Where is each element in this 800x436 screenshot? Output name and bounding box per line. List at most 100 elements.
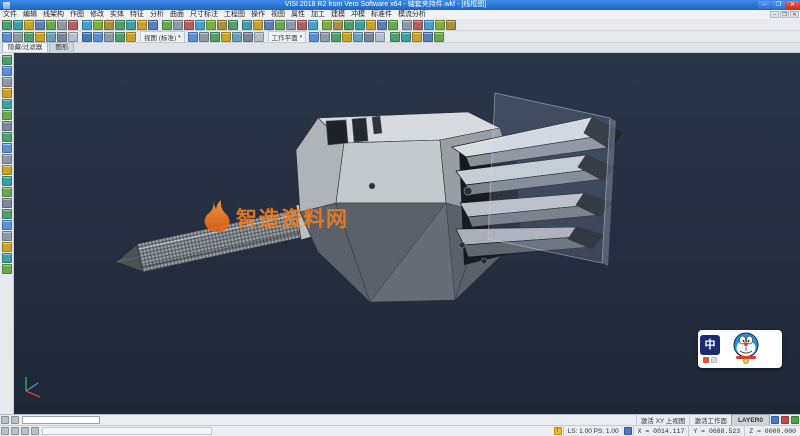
toolbar-icon[interactable] [322,20,332,30]
toolbar-icon[interactable] [2,242,12,252]
ime-option-icon[interactable] [711,357,717,363]
toolbar-icon[interactable] [2,66,12,76]
toolbar-icon[interactable] [68,20,78,30]
toolbar-icon[interactable] [424,20,434,30]
toolbar-icon[interactable] [2,20,12,30]
toolbar-icon[interactable] [388,20,398,30]
snap-endpoint-icon[interactable] [11,427,19,435]
menu-item-11[interactable]: 操作 [248,10,268,19]
doc-close-button[interactable]: ✕ [790,11,799,18]
toolbar-icon[interactable] [104,20,114,30]
toolbar-icon[interactable] [413,20,423,30]
layer-manager-icon[interactable] [771,416,779,424]
toolbar-icon[interactable] [446,20,456,30]
toolbar-icon[interactable] [2,165,12,175]
toolbar-icon[interactable] [137,20,147,30]
toolbar-icon[interactable] [68,32,78,42]
toolbar-icon[interactable] [286,20,296,30]
panel-tab-0[interactable]: 隐藏/过滤器 [2,42,48,52]
toolbar-icon[interactable] [126,20,136,30]
toolbar-icon[interactable] [228,20,238,30]
menu-item-10[interactable]: 工程图 [221,10,248,19]
toolbar-icon[interactable] [264,20,274,30]
panel-tab-1[interactable]: 图形 [49,42,74,52]
toolbar-icon[interactable] [308,20,318,30]
toolbar-icon[interactable] [35,20,45,30]
toolbar-icon[interactable] [434,32,444,42]
doc-restore-button[interactable]: ❐ [780,11,789,18]
toolbar-icon[interactable] [24,20,34,30]
tracking-icon[interactable] [624,427,632,435]
active-view-label[interactable]: 激活 XY 上视图 [636,415,690,425]
toolbar-icon[interactable] [13,32,23,42]
toolbar-icon[interactable] [46,20,56,30]
toolbar-icon[interactable] [331,32,341,42]
menu-item-9[interactable]: 尺寸标注 [187,10,221,19]
minimize-button[interactable]: – [758,1,771,9]
toolbar-icon[interactable] [412,32,422,42]
menu-item-16[interactable]: 冲模 [348,10,368,19]
toolbar-icon[interactable] [253,20,263,30]
toolbar-icon[interactable] [333,20,343,30]
toolbar-icon[interactable] [342,32,352,42]
toolbar-icon[interactable] [320,32,330,42]
toolbar-icon[interactable] [184,20,194,30]
menu-item-4[interactable]: 修改 [87,10,107,19]
toolbar-icon[interactable] [115,20,125,30]
menu-item-7[interactable]: 分析 [147,10,167,19]
snap-midpoint-icon[interactable] [21,427,29,435]
toolbar-icon[interactable] [199,32,209,42]
prompt-icon[interactable] [1,416,9,424]
toolbar-icon[interactable] [243,32,253,42]
maximize-button[interactable]: ❐ [772,1,785,9]
toolbar-icon[interactable] [297,20,307,30]
toolbar-icon[interactable] [57,32,67,42]
history-icon[interactable] [11,416,19,424]
toolbar-icon[interactable] [104,32,114,42]
menu-item-12[interactable]: 视图 [268,10,288,19]
toolbar-icon[interactable] [2,198,12,208]
toolbar-icon[interactable] [2,121,12,131]
toolbar-icon[interactable] [2,264,12,274]
toolbar-icon[interactable] [2,32,12,42]
toolbar-icon[interactable] [35,32,45,42]
toolbar-icon[interactable] [46,32,56,42]
toolbar-icon[interactable] [217,20,227,30]
menu-item-6[interactable]: 特征 [127,10,147,19]
view-standard-dropdown[interactable]: 视图 (标准) ▾ [140,31,185,43]
toolbar-icon[interactable] [2,176,12,186]
toolbar-icon[interactable] [82,32,92,42]
menu-item-13[interactable]: 属性 [288,10,308,19]
toolbar-icon[interactable] [242,20,252,30]
toolbar-icon[interactable] [423,32,433,42]
toolbar-icon[interactable] [206,20,216,30]
toolbar-icon[interactable] [390,32,400,42]
menu-item-5[interactable]: 实体 [107,10,127,19]
toolbar-icon[interactable] [2,99,12,109]
toolbar-icon[interactable] [401,32,411,42]
stop-icon[interactable] [781,416,789,424]
workplane-dropdown[interactable]: 工作平面 ▾ [268,31,307,43]
toolbar-icon[interactable] [93,20,103,30]
menu-item-18[interactable]: 模流分析 [395,10,429,19]
toolbar-icon[interactable] [13,20,23,30]
toolbar-icon[interactable] [2,253,12,263]
toolbar-icon[interactable] [162,20,172,30]
command-input[interactable] [22,416,100,424]
toolbar-icon[interactable] [353,32,363,42]
toolbar-icon[interactable] [148,20,158,30]
toolbar-icon[interactable] [2,154,12,164]
toolbar-icon[interactable] [2,77,12,87]
ime-language-button[interactable]: 中 [700,335,720,355]
toolbar-icon[interactable] [275,20,285,30]
viewport-canvas[interactable]: 智造资料网 [14,53,800,414]
snap-center-icon[interactable] [31,427,39,435]
toolbar-icon[interactable] [24,32,34,42]
toolbar-icon[interactable] [377,20,387,30]
toolbar-icon[interactable] [2,110,12,120]
toolbar-icon[interactable] [309,32,319,42]
menu-item-15[interactable]: 建模 [328,10,348,19]
menu-item-1[interactable]: 编辑 [20,10,40,19]
toolbar-icon[interactable] [195,20,205,30]
toolbar-icon[interactable] [82,20,92,30]
